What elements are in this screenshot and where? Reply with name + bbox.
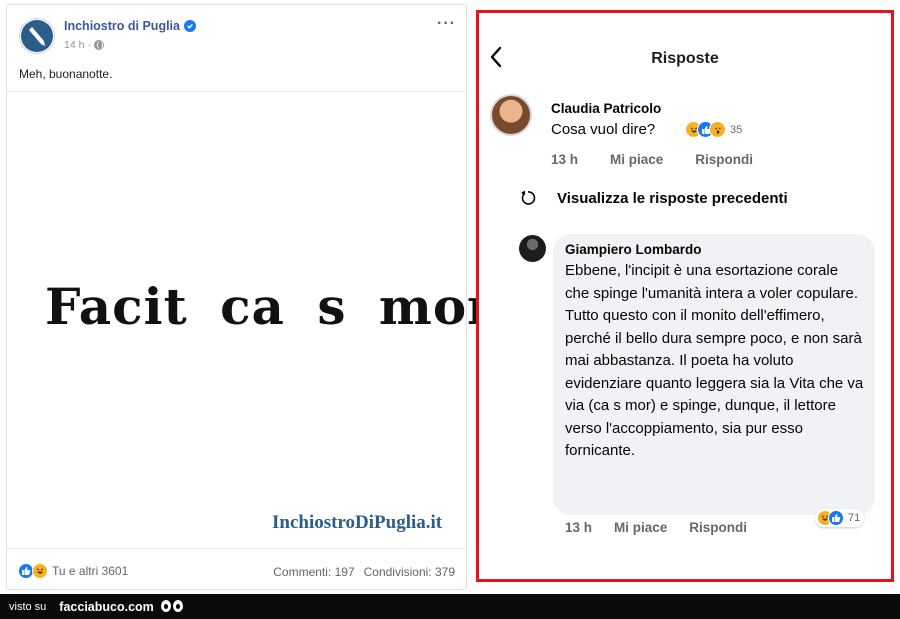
comment2-reply-button[interactable]: Rispondi [689,520,747,535]
replies-title: Risposte [651,50,719,67]
replies-panel: Risposte Claudia Patricolo Cosa vuol dir… [476,10,894,582]
globe-icon [93,40,104,50]
watermark-bar: visto su facciabuco.com [0,594,900,619]
comment2-reaction-count: 71 [848,512,861,524]
claudia-avatar[interactable] [490,94,532,136]
more-icon[interactable]: ··· [437,15,456,33]
reply-arrow-icon [521,190,536,205]
meta-separator: · [87,39,91,51]
post-meta: 14 h · [64,39,104,51]
comment2-actions: 13 h Mi piace Rispondi [565,520,769,535]
shares-count[interactable]: Condivisioni: 379 [364,565,455,579]
reactions-summary[interactable]: Tu e altri 3601 [18,563,128,579]
comment2-time[interactable]: 13 h [565,520,592,535]
giampiero-avatar[interactable] [519,235,546,262]
page-name[interactable]: Inchiostro di Puglia [64,19,196,33]
comment1-reaction-count: 35 [730,123,743,136]
comment1-reactions[interactable]: 35 [685,121,742,138]
visto-label: visto su [9,600,47,613]
comment2-like-button[interactable]: Mi piace [614,520,667,535]
post-text: Meh, buonanotte. [19,67,113,81]
post-footer: Tu e altri 3601 Commenti: 197 Condivisio… [7,553,466,589]
facebook-post: Inchiostro di Puglia 14 h · ··· Meh, buo… [6,4,507,590]
verified-icon [183,20,196,32]
wow-icon [709,121,726,138]
comment2-author[interactable]: Giampiero Lombardo [565,242,863,257]
comment2-text: Ebbene, l'incipit è una esortazione cora… [565,262,864,459]
eyes-mascot-icon [160,598,186,616]
comment1-like-button[interactable]: Mi piace [610,152,663,167]
comment1-text: Cosa vuol dire? [551,121,656,138]
comment2-bubble: Giampiero Lombardo Ebbene, l'incipit è u… [553,234,875,515]
like-icon [828,510,844,526]
comments-count[interactable]: Commenti: 197 [273,565,354,579]
comment1-actions: 13 h Mi piace Rispondi [551,152,785,167]
page-avatar[interactable] [19,18,55,54]
replies-header: Risposte [479,13,891,73]
previous-replies-label[interactable]: Visualizza le risposte precedenti [557,190,788,207]
comment1-author[interactable]: Claudia Patricolo [551,101,661,116]
image-quote-text: Facit ca s mor. [45,277,509,336]
page-name-label[interactable]: Inchiostro di Puglia [64,19,180,33]
haha-icon [32,563,48,579]
image-watermark: InchiostroDiPuglia.it [272,512,443,533]
post-header: Inchiostro di Puglia 14 h · ··· [7,5,466,61]
reactions-label: Tu e altri 3601 [52,564,129,578]
brand-label[interactable]: facciabuco.com [59,600,153,614]
view-previous-replies[interactable]: Visualizza le risposte precedenti [519,189,788,207]
pen-logo-icon [21,20,53,52]
engagement-counts: Commenti: 197 Condivisioni: 379 [273,565,455,579]
comment1-reply-button[interactable]: Rispondi [695,152,753,167]
post-time[interactable]: 14 h [64,39,84,51]
comment2-reactions[interactable]: 71 [815,509,865,527]
comment1-time[interactable]: 13 h [551,152,578,167]
